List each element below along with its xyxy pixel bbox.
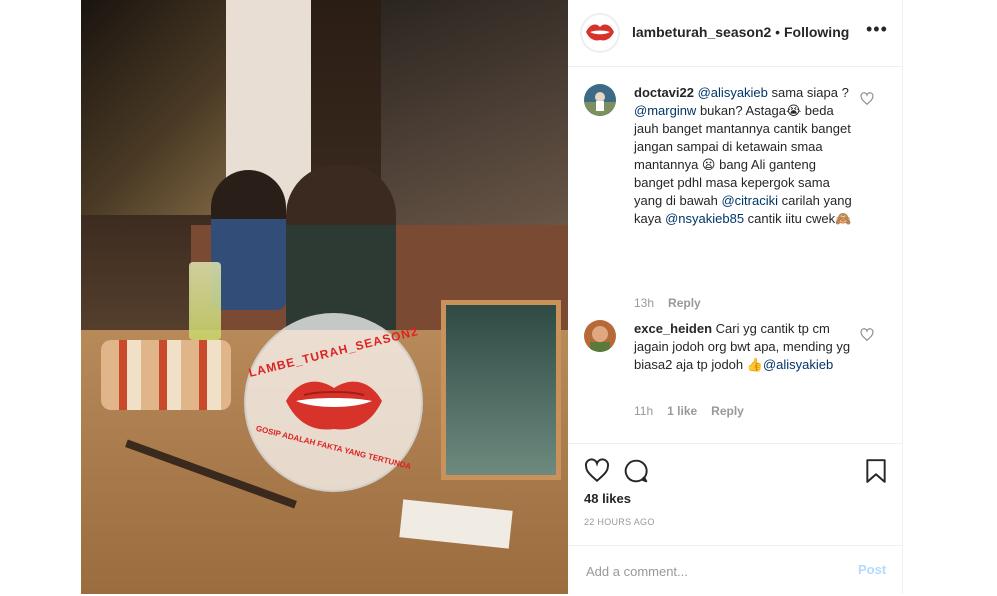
- comment-segments: @alisyakieb sama siapa ? @marginw bukan?…: [634, 85, 852, 226]
- likes-count[interactable]: 48 likes: [584, 491, 631, 506]
- following-button[interactable]: Following: [784, 24, 849, 40]
- comment-time[interactable]: 13h: [634, 296, 654, 310]
- reply-button[interactable]: Reply: [668, 296, 701, 310]
- header-username-line: lambeturah_season2 • Following: [632, 24, 849, 40]
- mention-link[interactable]: @citraciki: [721, 193, 778, 208]
- comment-meta: 11h 1 like Reply: [634, 404, 758, 418]
- comment-text: doctavi22 @alisyakieb sama siapa ? @marg…: [634, 84, 852, 228]
- comment-text: exce_heiden Cari yg cantik tp cm jagain …: [634, 320, 852, 374]
- comment-input[interactable]: [584, 560, 828, 582]
- comment-text-segment: sama siapa ?: [767, 85, 849, 100]
- photo-sushi-plate: [101, 340, 231, 410]
- header-username[interactable]: lambeturah_season2: [632, 24, 771, 40]
- comment-like-count[interactable]: 1 like: [667, 404, 697, 418]
- commenter-avatar[interactable]: [584, 320, 616, 352]
- post-sidebar: lambeturah_season2 • Following ••• docta…: [568, 0, 903, 594]
- comment-time[interactable]: 11h: [634, 404, 653, 418]
- photo-drink: [189, 262, 221, 340]
- mention-link[interactable]: @alisyakieb: [763, 357, 833, 372]
- photo-person-woman: [211, 170, 286, 310]
- profile-avatar[interactable]: [580, 13, 620, 53]
- watermark-logo: LAMBE_TURAH_SEASON2 GOSIP ADALAH FAKTA Y…: [244, 313, 423, 492]
- comment-username[interactable]: exce_heiden: [634, 321, 712, 336]
- like-comment-heart-icon[interactable]: [860, 328, 874, 342]
- comment-username[interactable]: doctavi22: [634, 85, 694, 100]
- avatar-photo-icon: [584, 84, 616, 116]
- bookmark-icon[interactable]: [865, 458, 887, 484]
- lips-logo-icon: [286, 381, 382, 430]
- comment-icon[interactable]: [623, 458, 649, 484]
- post-photo[interactable]: LAMBE_TURAH_SEASON2 GOSIP ADALAH FAKTA Y…: [81, 0, 568, 594]
- avatar-photo-icon: [584, 320, 616, 352]
- heart-icon[interactable]: [584, 458, 610, 484]
- more-options-icon[interactable]: •••: [866, 19, 888, 40]
- mention-link[interactable]: @alisyakieb: [698, 85, 768, 100]
- add-comment-bar: Post: [568, 545, 902, 596]
- header-separator: •: [771, 24, 784, 40]
- post-actions: 48 likes 22 HOURS AGO Post: [568, 443, 902, 595]
- photo-table-sign: [441, 300, 561, 480]
- post-comment-button[interactable]: Post: [858, 562, 886, 577]
- post-header: lambeturah_season2 • Following •••: [568, 0, 902, 67]
- mention-link[interactable]: @marginw: [634, 103, 696, 118]
- lips-avatar-icon: [586, 24, 614, 41]
- comment-meta: 13h Reply: [634, 296, 715, 310]
- comment-text-segment: cantik iitu cwek🙈: [744, 211, 852, 226]
- reply-button[interactable]: Reply: [711, 404, 744, 418]
- like-comment-heart-icon[interactable]: [860, 92, 874, 106]
- commenter-avatar[interactable]: [584, 84, 616, 116]
- mention-link[interactable]: @nsyakieb85: [665, 211, 744, 226]
- post-timestamp[interactable]: 22 HOURS AGO: [584, 517, 655, 527]
- photo-window-right: [381, 0, 568, 250]
- comments-list[interactable]: doctavi22 @alisyakieb sama siapa ? @marg…: [568, 67, 902, 441]
- photo-window-left: [81, 0, 226, 215]
